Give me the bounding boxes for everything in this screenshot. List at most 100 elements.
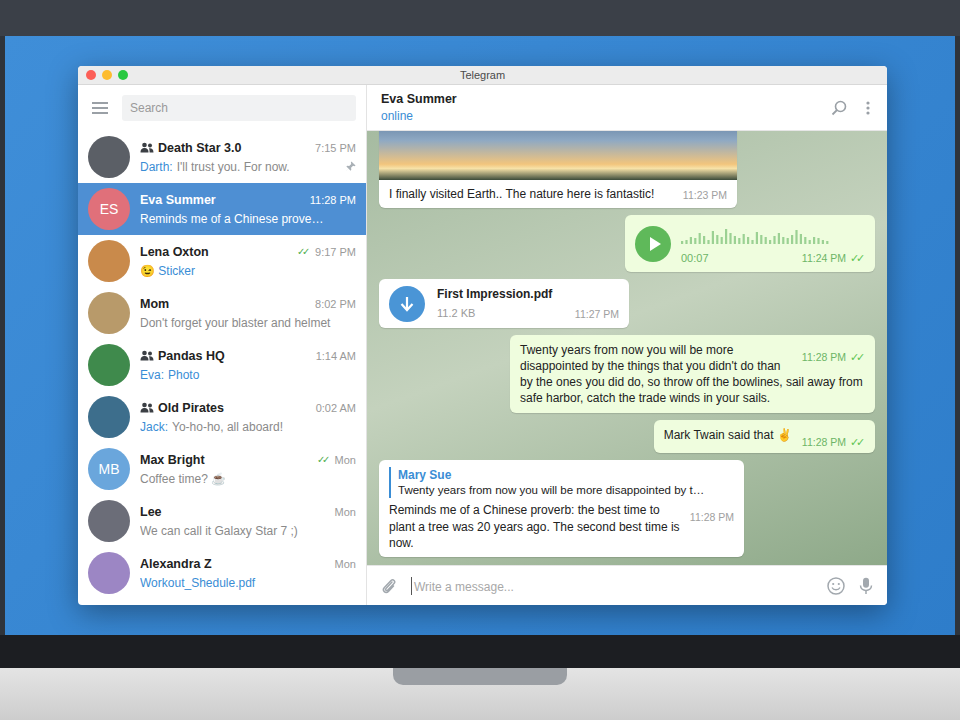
top-strip [0, 0, 960, 36]
chat-name: Mom [140, 297, 311, 311]
chat-item[interactable]: ESEva Summer11:28 PMReminds me of a Chin… [78, 183, 366, 235]
quote-author: Mary Sue [398, 467, 734, 483]
chat-time: 9:17 PM [315, 246, 356, 258]
waveform[interactable] [681, 222, 831, 244]
search-field[interactable]: Search [122, 95, 356, 121]
paperclip-icon[interactable] [381, 577, 397, 595]
chat-preview: Darth: I'll trust you. For now. [140, 160, 341, 174]
close-button[interactable] [86, 70, 96, 80]
chat-time: Mon [335, 506, 356, 518]
composer: Write a message... [367, 565, 887, 605]
reply-message[interactable]: Mary SueTwenty years from now you will b… [379, 460, 744, 557]
chat-preview: Workout_Shedule.pdf [140, 576, 356, 590]
avatar-initials: MB [99, 461, 120, 477]
message-meta: 11:27 PM [575, 307, 619, 321]
avatar [88, 292, 130, 334]
quote-text: Twenty years from now you will be more d… [398, 483, 734, 499]
chat-info: Alexandra ZMonWorkout_Shedule.pdf [140, 557, 356, 590]
microphone-icon[interactable] [859, 577, 873, 595]
chat-item[interactable]: Death Star 3.07:15 PMDarth:I'll trust yo… [78, 131, 366, 183]
preview-text: I'll trust you. For now. [177, 160, 290, 174]
chat-preview: Reminds me of a Chinese prove… [140, 212, 356, 226]
sidebar: Search Death Star 3.07:15 PMDarth:I'll tr… [78, 85, 367, 605]
chat-info: Lee Mon We can call it Galaxy Star 7 ;) [140, 505, 356, 538]
title-bar: Telegram [78, 66, 887, 85]
message-meta: 11:23 PM [683, 188, 727, 202]
voice-duration: 00:07 [681, 251, 709, 266]
reply-quote[interactable]: Mary SueTwenty years from now you will b… [389, 467, 734, 499]
chat-item[interactable]: Lee Mon We can call it Galaxy Star 7 ;) [78, 495, 366, 547]
chat-item[interactable]: Mom 8:02 PM Don't forget your blaster and … [78, 287, 366, 339]
message-meta: 11:28 PM✓✓ [802, 435, 865, 449]
file-size: 11.2 KB [437, 306, 475, 321]
avatar-initials: ES [100, 201, 119, 217]
avatar [88, 552, 130, 594]
chat-item[interactable]: MB Max Bright✓✓MonCoffee time? ☕ [78, 443, 366, 495]
chat-item[interactable]: Lena Oxton✓✓9:17 PM😉 Sticker [78, 235, 366, 287]
more-icon[interactable] [865, 100, 871, 116]
text-message[interactable]: 11:28 PM✓✓Twenty years from now you will… [510, 335, 875, 413]
message-time: 11:28 PM [802, 435, 846, 449]
chat-info: Max Bright✓✓MonCoffee time? ☕ [140, 453, 356, 486]
message-text: Reminds me of a Chinese proverb: the bes… [389, 503, 683, 549]
avatar [88, 500, 130, 542]
chat-item[interactable]: Old Pirates0:02 AMJack:Yo-ho-ho, all abo… [78, 391, 366, 443]
minimize-button[interactable] [102, 70, 112, 80]
photo [379, 131, 737, 180]
message-meta: 11:28 PM✓✓ [802, 350, 865, 364]
hamburger-icon[interactable] [92, 102, 108, 114]
preview-text: Yo-ho-ho, all aboard! [172, 420, 283, 434]
window-controls [86, 70, 460, 80]
file-message[interactable]: First Impression.pdf11.2 KB11:27 PM [379, 279, 629, 328]
desktop: Telegram Search Death Star 3.07:15 PMDarth… [5, 36, 955, 635]
group-icon [140, 142, 154, 153]
avatar: ES [88, 188, 130, 230]
message-time: 11:23 PM [683, 188, 727, 202]
emoji-icon[interactable] [827, 577, 845, 595]
chat-name: Pandas HQ [158, 349, 312, 363]
avatar [88, 136, 130, 178]
chat-item[interactable]: Alexandra ZMonWorkout_Shedule.pdf [78, 547, 366, 599]
window-body: Search Death Star 3.07:15 PMDarth:I'll tr… [78, 85, 887, 605]
maximize-button[interactable] [118, 70, 128, 80]
window-title: Telegram [460, 69, 505, 81]
text-message[interactable]: 11:28 PM✓✓Mark Twain said that ✌ [654, 420, 875, 453]
voice-message[interactable]: 00:07 11:24 PM ✓✓ [625, 215, 875, 272]
message-time: 11:24 PM [802, 251, 846, 265]
chat-info: Mom 8:02 PM Don't forget your blaster and … [140, 297, 356, 330]
chat-time: Mon [335, 558, 356, 570]
pin-icon [345, 161, 356, 172]
read-ticks: ✓✓ [850, 350, 862, 364]
chat-list: Death Star 3.07:15 PMDarth:I'll trust yo… [78, 131, 366, 605]
download-button[interactable] [389, 286, 425, 322]
preview-text: Reminds me of a Chinese prove… [140, 212, 323, 226]
laptop-hinge [393, 668, 567, 685]
chat-preview: Coffee time? ☕ [140, 472, 356, 486]
group-icon [140, 350, 154, 361]
chat-preview: We can call it Galaxy Star 7 ;) [140, 524, 356, 538]
chat-preview: Eva:Photo [140, 368, 356, 382]
preview-sender: Eva: [140, 368, 164, 382]
play-button[interactable] [635, 226, 671, 262]
preview-text: Don't forget your blaster and helmet [140, 316, 330, 330]
download-icon [400, 296, 414, 312]
preview-sender: Darth: [140, 160, 173, 174]
chat-name: Lee [140, 505, 331, 519]
read-ticks: ✓✓ [850, 251, 862, 265]
chat-time: 8:02 PM [315, 298, 356, 310]
chat-item[interactable]: Pandas HQ1:14 AMEva:Photo [78, 339, 366, 391]
avatar: MB [88, 448, 130, 490]
avatar [88, 240, 130, 282]
chat-info: Lena Oxton✓✓9:17 PM😉 Sticker [140, 245, 356, 278]
message-meta: 11:24 PM ✓✓ [802, 251, 865, 265]
chat-status: online [381, 109, 813, 123]
preview-text: We can call it Galaxy Star 7 ;) [140, 524, 298, 538]
chat-name: Old Pirates [158, 401, 312, 415]
play-icon [648, 236, 662, 252]
chat-info: Death Star 3.07:15 PMDarth:I'll trust yo… [140, 141, 356, 174]
preview-text: Workout_Shedule.pdf [140, 576, 255, 590]
photo-message[interactable]: I finally visited Earth.. The nature her… [379, 131, 737, 208]
message-input[interactable]: Write a message... [411, 577, 813, 595]
search-icon[interactable] [831, 100, 847, 116]
chat-name: Eva Summer [140, 193, 306, 207]
